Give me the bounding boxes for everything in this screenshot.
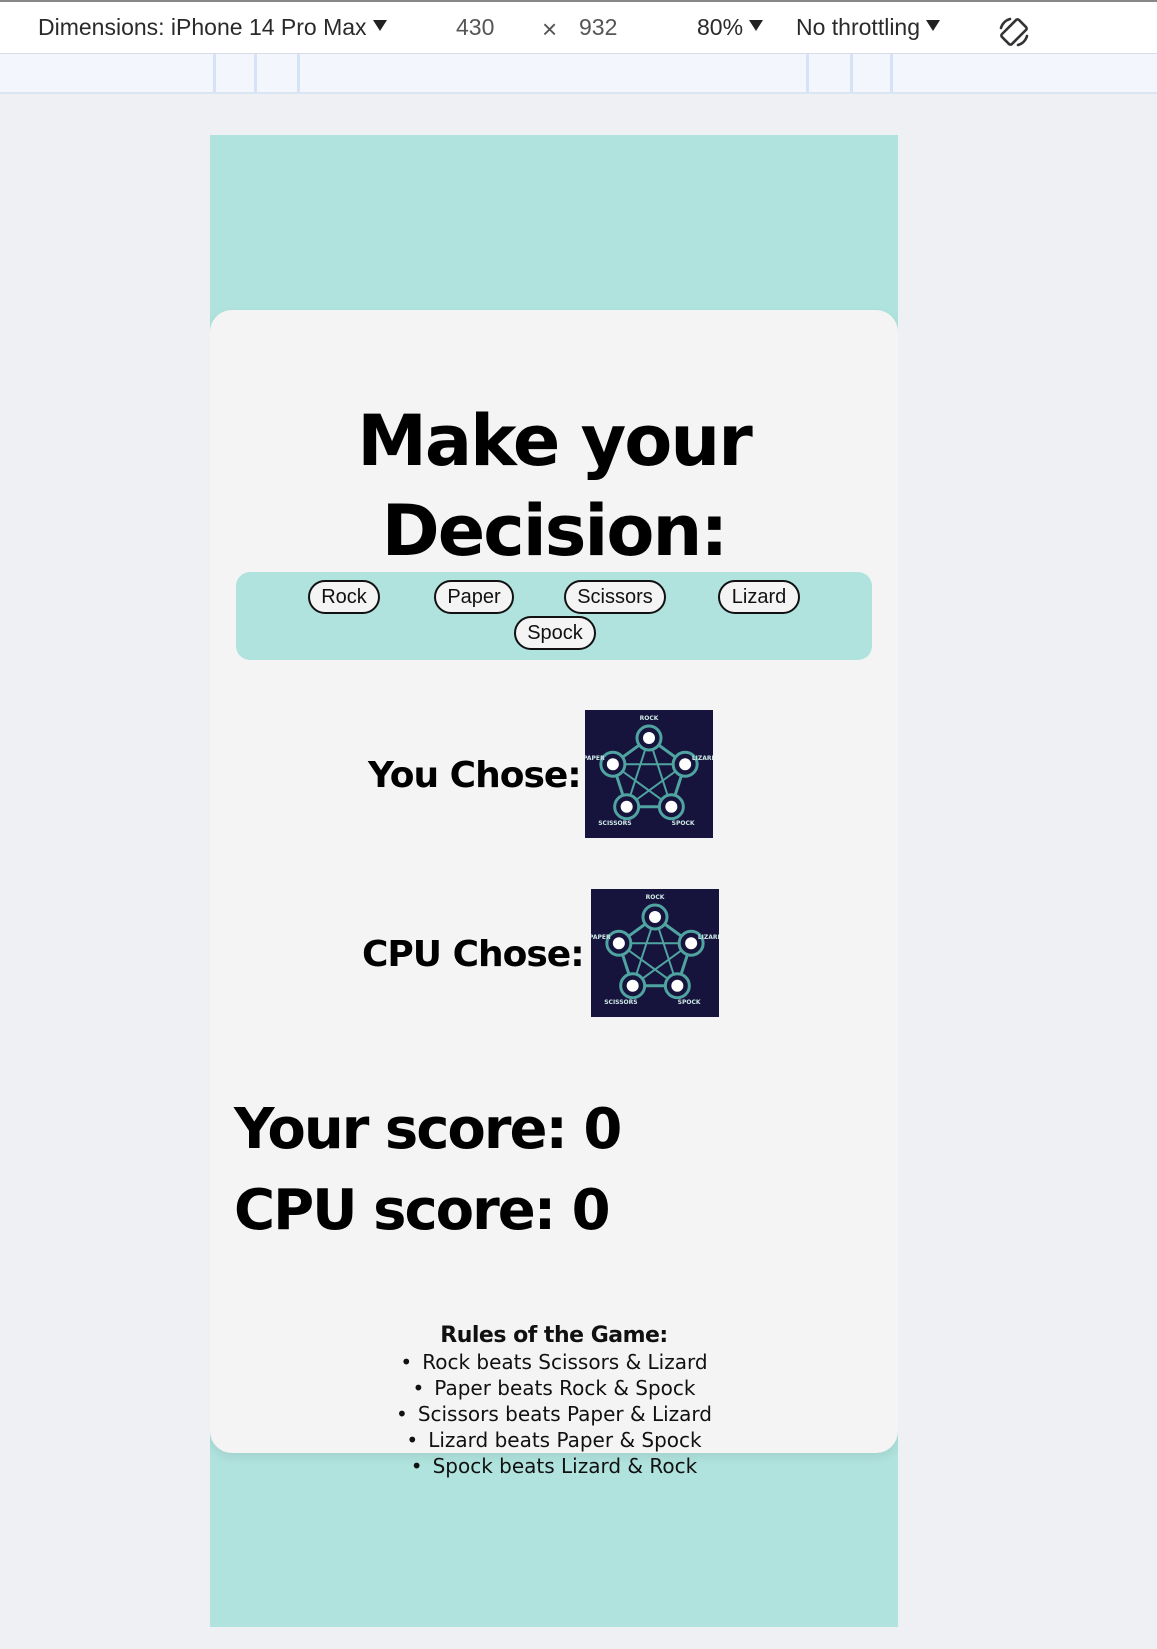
paper-button[interactable]: Paper (434, 580, 514, 614)
game-card: Make your Decision: Rock Paper Scissors … (210, 310, 898, 1478)
dropdown-arrow-icon (749, 20, 764, 31)
throttling-label: No throttling (796, 14, 921, 40)
page-title: Make your Decision: (210, 396, 898, 576)
rpsls-diagram-icon: ROCK LIZARD SPOCK SCISSORS PAPER (589, 894, 722, 1006)
ruler-divider (890, 54, 893, 92)
device-dimensions-dropdown[interactable]: Dimensions: iPhone 14 Pro Max (38, 14, 387, 41)
your-score: Your score: 0 (234, 1097, 622, 1162)
svg-text:SPOCK: SPOCK (672, 820, 695, 827)
cpu-chose-image: ROCK LIZARD SPOCK SCISSORS PAPER (589, 889, 723, 1017)
throttling-dropdown[interactable]: No throttling (796, 14, 941, 41)
rules-list: Rock beats Scissors & Lizard Paper beats… (210, 1349, 898, 1479)
spock-button[interactable]: Spock (514, 616, 596, 650)
svg-text:SCISSORS: SCISSORS (598, 820, 631, 827)
svg-text:ROCK: ROCK (646, 894, 665, 901)
you-chose-label: You Chose: (368, 755, 582, 796)
cpu-score: CPU score: 0 (234, 1178, 611, 1243)
ruler-divider (850, 54, 853, 92)
device-toolbar: Dimensions: iPhone 14 Pro Max 430 × 932 … (0, 0, 1157, 54)
ruler-divider (213, 54, 216, 92)
media-query-ruler[interactable] (0, 54, 1157, 94)
choice-buttons-panel: Rock Paper Scissors Lizard Spock (236, 572, 872, 660)
dimension-separator: × (542, 14, 558, 44)
svg-text:SPOCK: SPOCK (678, 999, 701, 1006)
rotate-device-icon[interactable] (996, 14, 1032, 56)
svg-text:SCISSORS: SCISSORS (604, 999, 637, 1006)
you-chose-image: ROCK LIZARD SPOCK SCISSORS PAPER (583, 710, 717, 838)
rule-item: Scissors beats Paper & Lizard (396, 1402, 712, 1426)
svg-text:PAPER: PAPER (591, 934, 611, 941)
ruler-divider (806, 54, 809, 92)
rpsls-diagram-icon: ROCK LIZARD SPOCK SCISSORS PAPER (583, 715, 716, 827)
rules-title: Rules of the Game: (440, 1323, 668, 1348)
zoom-label: 80% (697, 14, 744, 40)
lizard-button[interactable]: Lizard (718, 580, 800, 614)
rules-section: Rules of the Game: Rock beats Scissors &… (210, 1323, 898, 1479)
ruler-divider (297, 54, 300, 92)
rock-button[interactable]: Rock (308, 580, 380, 614)
cpu-chose-label: CPU Chose: (362, 934, 585, 975)
svg-text:LIZARD: LIZARD (692, 755, 713, 762)
rule-item: Rock beats Scissors & Lizard (400, 1350, 707, 1374)
heading-line-1: Make your (357, 400, 752, 482)
rule-item: Lizard beats Paper & Spock (406, 1428, 701, 1452)
zoom-dropdown[interactable]: 80% (697, 14, 764, 41)
rule-item: Spock beats Lizard & Rock (411, 1454, 697, 1478)
svg-text:PAPER: PAPER (585, 755, 605, 762)
svg-text:LIZARD: LIZARD (698, 934, 719, 941)
dropdown-arrow-icon (926, 20, 941, 31)
scissors-button[interactable]: Scissors (564, 580, 666, 614)
rule-item: Paper beats Rock & Spock (413, 1376, 696, 1400)
svg-text:ROCK: ROCK (640, 715, 659, 722)
viewport-height-input[interactable]: 932 (579, 14, 617, 41)
heading-line-2: Decision: (381, 490, 729, 572)
device-dimensions-label: Dimensions: iPhone 14 Pro Max (38, 14, 367, 40)
device-viewport: Make your Decision: Rock Paper Scissors … (210, 135, 898, 1627)
viewport-width-input[interactable]: 430 (456, 14, 494, 41)
dropdown-arrow-icon (372, 20, 387, 31)
ruler-divider (254, 54, 257, 92)
